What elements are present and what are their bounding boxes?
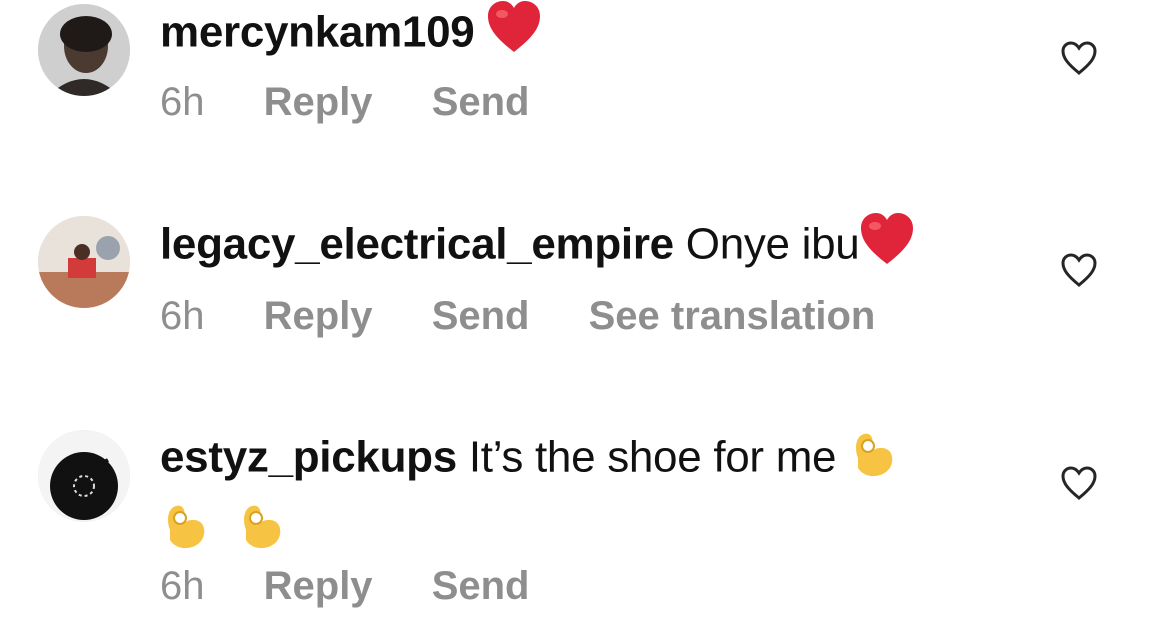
see-translation-button[interactable]: See translation [589, 294, 876, 339]
avatar[interactable] [38, 430, 130, 522]
comment-time: 6h [160, 80, 205, 124]
reply-button[interactable]: Reply [264, 80, 373, 125]
comment-username[interactable]: mercynkam109 [160, 8, 475, 57]
heart-outline-icon[interactable] [1060, 252, 1098, 288]
send-button[interactable]: Send [432, 564, 530, 609]
ok-hand-emoji [160, 496, 210, 568]
red-heart-emoji [859, 212, 915, 282]
reply-button[interactable]: Reply [264, 294, 373, 339]
comment-meta: 6h Reply Send See translation [160, 294, 923, 339]
comment-body: It’s the shoe for me [468, 432, 837, 482]
comment-meta: 6h Reply Send [160, 564, 577, 609]
send-button[interactable]: Send [432, 80, 530, 125]
red-heart-emoji [486, 0, 542, 70]
reply-button[interactable]: Reply [264, 564, 373, 609]
ok-hand-emoji [236, 496, 286, 568]
ok-hand-emoji [848, 424, 898, 496]
comment-time: 6h [160, 564, 205, 608]
comment-meta: 6h Reply Send [160, 80, 577, 125]
comment-text: legacy_electrical_empire Onye ibu [160, 212, 1040, 282]
comment-username[interactable]: legacy_electrical_empire [160, 220, 674, 269]
avatar[interactable] [38, 4, 130, 96]
comment-username[interactable]: estyz_pickups [160, 433, 457, 482]
heart-outline-icon[interactable] [1060, 40, 1098, 76]
comment-body: Onye ibu [685, 219, 860, 269]
comment-time: 6h [160, 294, 205, 338]
comment-text: estyz_pickups It’s the shoe for me [160, 424, 1040, 568]
avatar[interactable] [38, 216, 130, 308]
comment-text: mercynkam109 [160, 0, 1040, 70]
send-button[interactable]: Send [432, 294, 530, 339]
heart-outline-icon[interactable] [1060, 465, 1098, 501]
